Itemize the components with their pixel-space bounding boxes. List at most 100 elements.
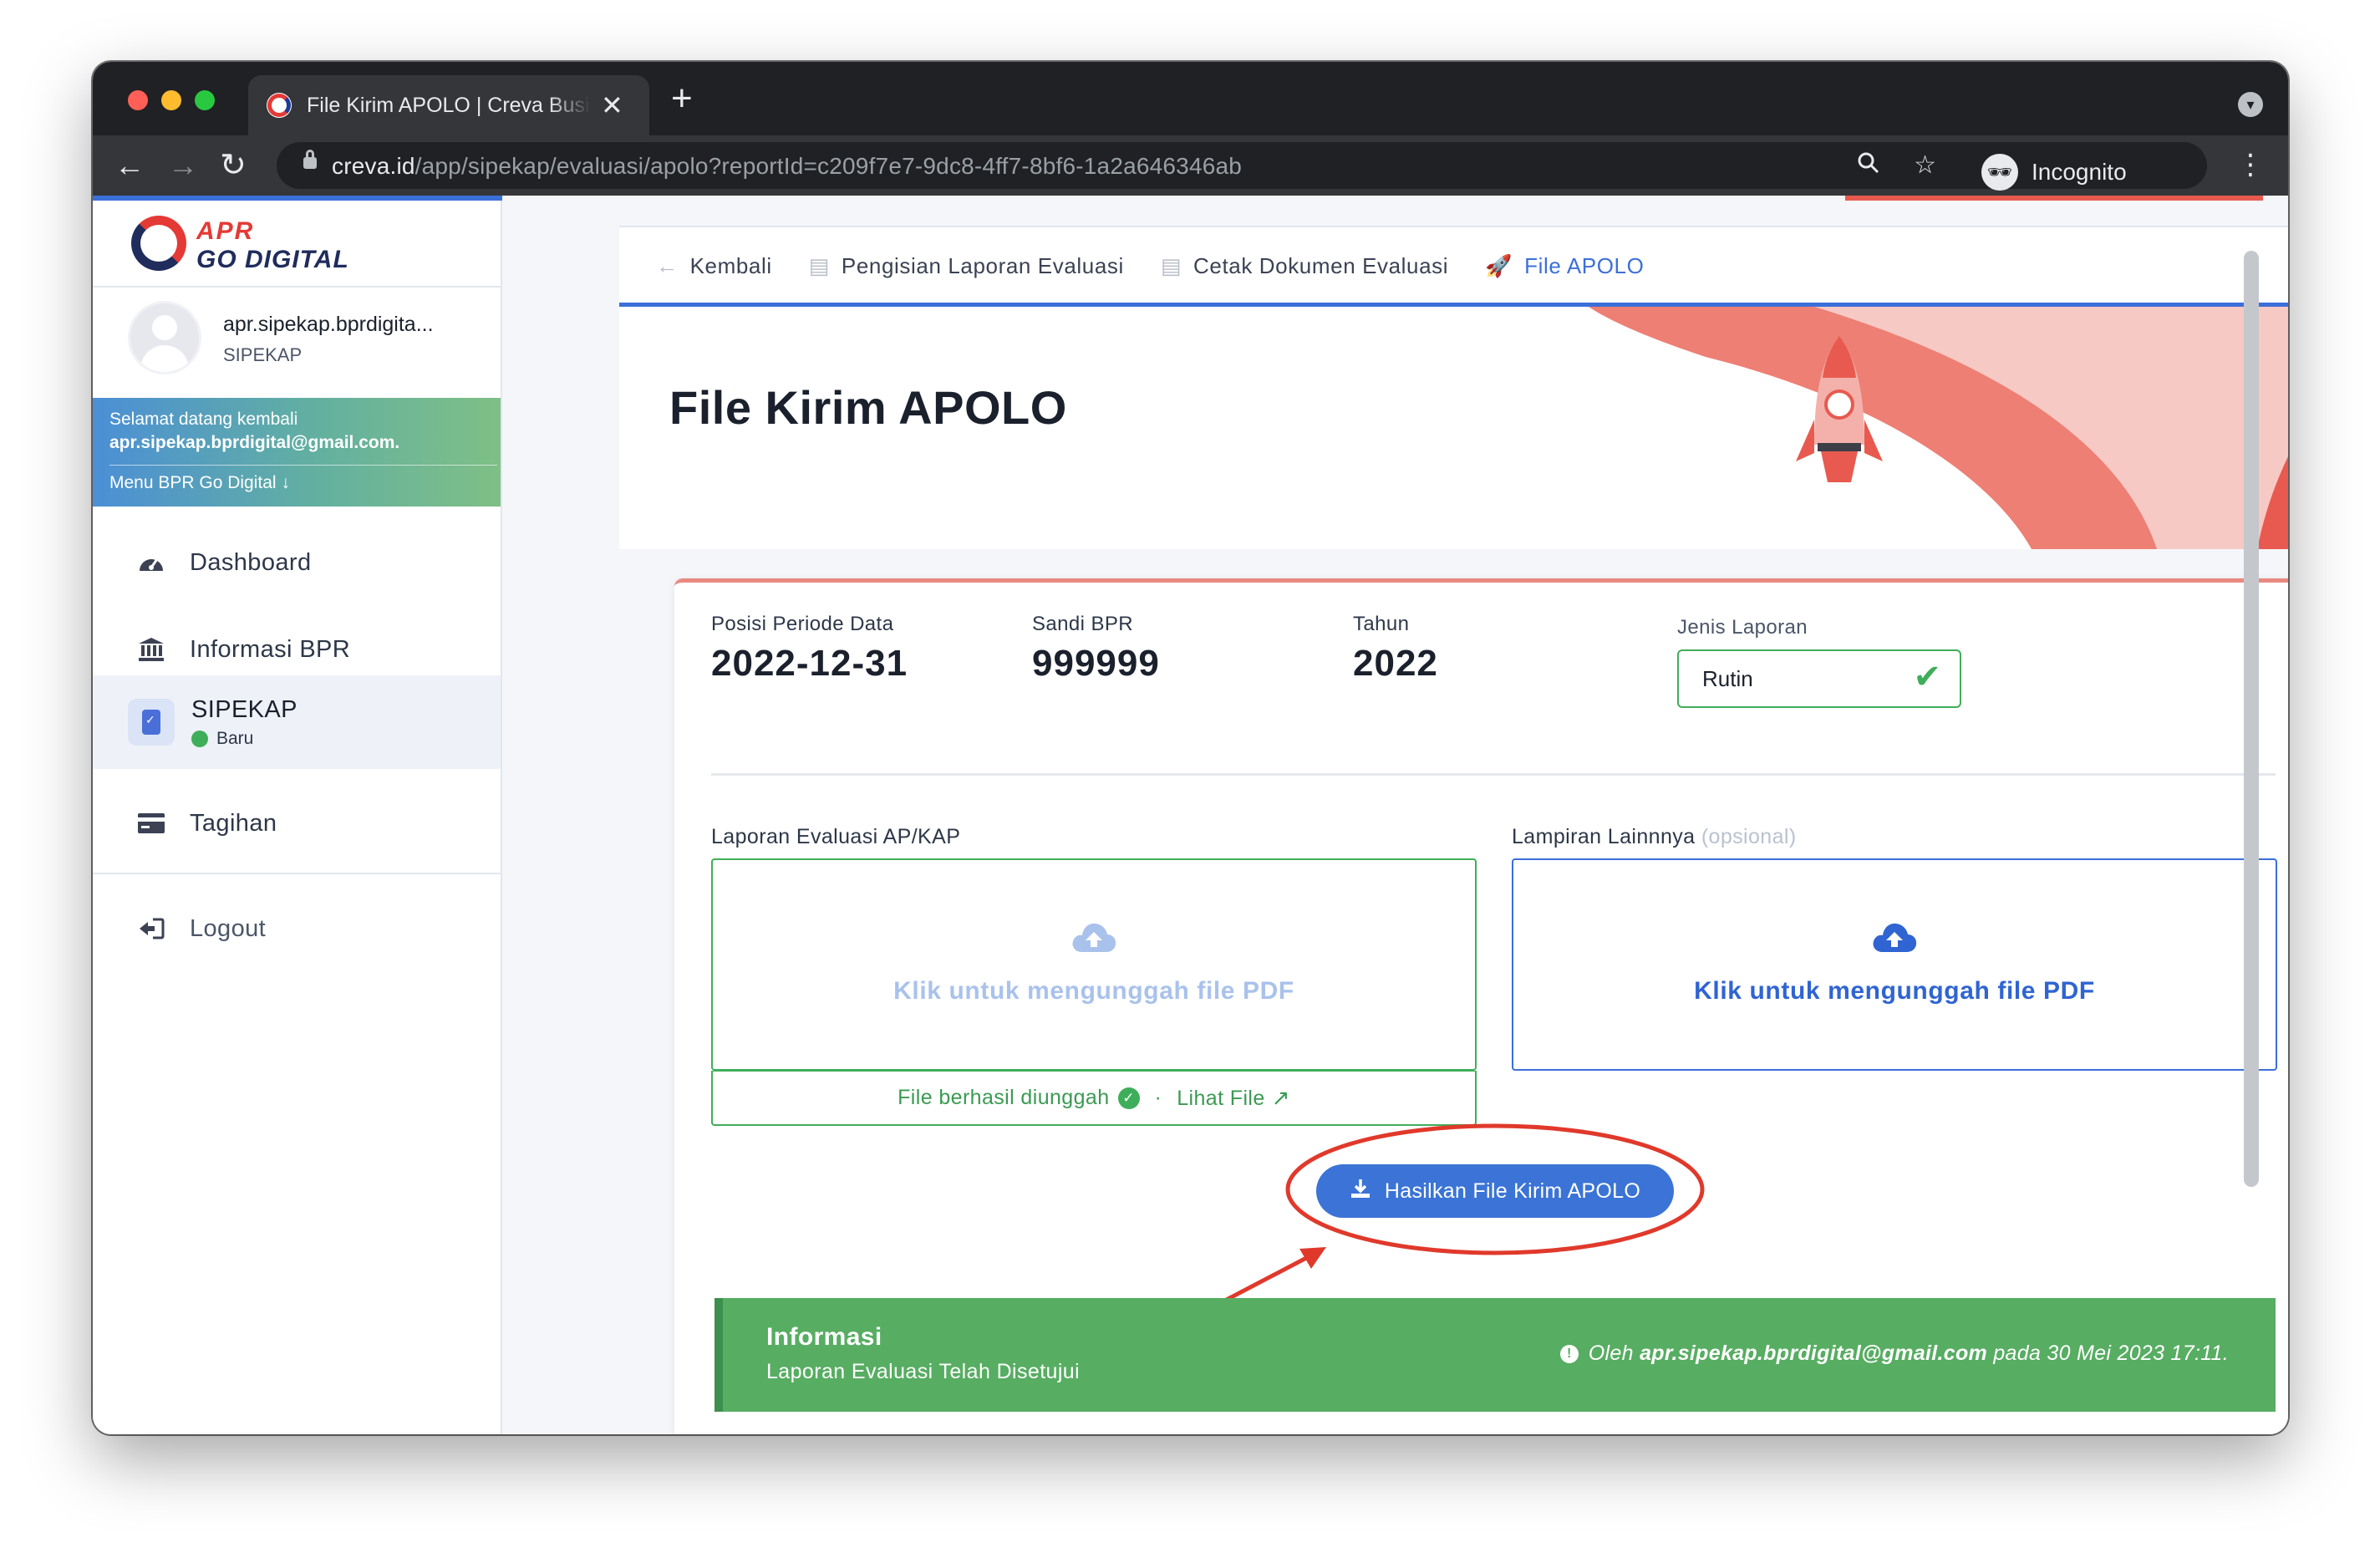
jenis-field: Jenis Laporan (1677, 616, 1808, 639)
generate-apolo-label: Hasilkan File Kirim APOLO (1384, 1179, 1641, 1203)
welcome-email: apr.sipekap.bprdigital@gmail.com. (109, 433, 400, 452)
avatar (128, 301, 201, 374)
sidebar-item-label: Dashboard (190, 548, 312, 576)
card-divider (711, 773, 2276, 776)
report-card: Posisi Periode Data 2022-12-31 Sandi BPR… (674, 578, 2288, 1434)
logo-text-go-digital: GO DIGITAL (196, 246, 349, 273)
cloud-upload-icon (1070, 920, 1117, 958)
arrow-down-icon: ↓ (281, 473, 290, 492)
browser-tab[interactable]: File Kirim APOLO | Creva Business ✕ (248, 75, 649, 135)
arrow-left-icon: ← (656, 252, 679, 278)
breadcrumb-back[interactable]: ← Kembali (656, 253, 772, 279)
sidebar-item-sipekap[interactable]: SIPEKAP Baru (93, 675, 501, 769)
reload-icon[interactable]: ↻ (220, 145, 247, 186)
periode-field: Posisi Periode Data 2022-12-31 (711, 613, 908, 685)
forward-arrow-icon[interactable]: → (168, 145, 198, 186)
maximize-window-button[interactable] (195, 90, 215, 110)
file-icon: ▤ (808, 252, 830, 278)
jenis-label: Jenis Laporan (1677, 616, 1808, 639)
status-dot-icon (191, 730, 208, 747)
address-bar[interactable]: creva.id/app/sipekap/evaluasi/apolo?repo… (277, 142, 2207, 191)
info-title: Informasi (766, 1323, 882, 1351)
welcome-menu-link[interactable]: Menu BPR Go Digital ↓ (109, 473, 290, 493)
upload-prompt: Klik untuk mengunggah file PDF (893, 977, 1294, 1005)
generate-apolo-button[interactable]: Hasilkan File Kirim APOLO (1316, 1164, 1674, 1218)
welcome-greeting: Selamat datang kembali (109, 410, 298, 429)
browser-toolbar: ← → ↻ creva.id/app/sipekap/evaluasi/apol… (93, 135, 2288, 196)
breadcrumb-cetak-dokumen[interactable]: ▤ Cetak Dokumen Evaluasi (1161, 253, 1448, 279)
close-window-button[interactable] (128, 90, 148, 110)
sidebar-divider (93, 286, 501, 288)
jenis-laporan-select[interactable]: Rutin ✔ (1677, 649, 1961, 708)
info-subtitle: Laporan Evaluasi Telah Disetujui (766, 1360, 1081, 1383)
breadcrumb-pengisian-laporan[interactable]: ▤ Pengisian Laporan Evaluasi (809, 253, 1124, 279)
breadcrumb-file-apolo[interactable]: 🚀 File APOLO (1485, 253, 1644, 279)
welcome-divider (109, 465, 497, 466)
incognito-indicator[interactable]: 🕶 Incognito (1981, 149, 2149, 196)
page-scrollbar[interactable] (2244, 251, 2259, 1187)
approval-note: ! Oleh apr.sipekap.bprdigital@gmail.com … (1559, 1342, 2229, 1366)
sign-out-icon (136, 914, 166, 944)
sidebar-item-tagihan[interactable]: Tagihan (93, 777, 501, 869)
sidebar-item-dashboard[interactable]: Dashboard (93, 517, 501, 608)
status-badge: Baru (191, 729, 298, 749)
logo-text-apr: APR (196, 217, 255, 245)
view-file-link[interactable]: Lihat File ↗ (1177, 1085, 1290, 1111)
info-banner: Informasi Laporan Evaluasi Telah Disetuj… (715, 1298, 2276, 1412)
sidebar-item-label: Tagihan (190, 809, 277, 837)
back-arrow-icon[interactable]: ← (114, 145, 145, 186)
exclamation-circle-icon: ! (1559, 1344, 1579, 1363)
upload-status-bar: File berhasil diunggah ✓ · Lihat File ↗ (711, 1071, 1477, 1126)
logo-mark (131, 216, 186, 271)
sidebar: APR GO DIGITAL apr.sipekap.bprdigita... … (93, 201, 502, 1434)
periode-label: Posisi Periode Data (711, 613, 894, 635)
status-separator: · (1154, 1086, 1162, 1109)
sidebar-item-label: Logout (190, 914, 267, 942)
browser-menu-icon[interactable]: ⋮ (2236, 150, 2265, 179)
breadcrumb: ← Kembali ▤ Pengisian Laporan Evaluasi ▤ Ce… (619, 226, 2288, 303)
url-text[interactable]: creva.id/app/sipekap/evaluasi/apolo?repo… (332, 153, 1242, 180)
incognito-icon: 🕶 (1981, 154, 2018, 191)
tab-title: File Kirim APOLO | Creva Business (307, 93, 591, 117)
sidebar-item-label: SIPEKAP (191, 695, 298, 723)
sidebar-divider (93, 873, 501, 874)
laporan-evaluasi-label: Laporan Evaluasi AP/KAP (711, 825, 961, 848)
sidebar-item-logout[interactable]: Logout (93, 883, 501, 975)
laporan-evaluasi-upload[interactable]: Klik untuk mengunggah file PDF (711, 858, 1477, 1071)
external-link-icon: ↗ (1271, 1085, 1290, 1110)
check-circle-icon: ✓ (1117, 1087, 1140, 1109)
tab-strip: File Kirim APOLO | Creva Business ✕ + ▾ (93, 62, 2288, 135)
rocket-icon: 🚀 (1485, 252, 1513, 278)
file-icon: ▤ (1160, 252, 1182, 278)
incognito-label: Incognito (2032, 159, 2127, 185)
bookmark-star-icon[interactable]: ☆ (1914, 150, 1936, 180)
user-profile[interactable]: apr.sipekap.bprdigita... SIPEKAP (128, 301, 496, 384)
app-viewport: APR GO DIGITAL apr.sipekap.bprdigita... … (93, 196, 2288, 1434)
user-role: SIPEKAP (223, 344, 303, 365)
page-header: File Kirim APOLO (619, 307, 2288, 549)
approver-email: apr.sipekap.bprdigital@gmail.com (1640, 1342, 1988, 1365)
lampiran-upload[interactable]: Klik untuk mengunggah file PDF (1512, 858, 2277, 1071)
tahun-field: Tahun 2022 (1353, 613, 1438, 685)
apr-go-digital-logo[interactable]: APR GO DIGITAL (131, 214, 348, 281)
upload-status-text: File berhasil diunggah (898, 1086, 1110, 1109)
tab-close-icon[interactable]: ✕ (601, 92, 623, 119)
sidebar-item-label: Informasi BPR (190, 635, 351, 663)
main-content: ← Kembali ▤ Pengisian Laporan Evaluasi ▤ Ce… (527, 201, 2288, 1434)
welcome-banner: Selamat datang kembali apr.sipekap.bprdi… (93, 398, 501, 507)
tab-search-icon[interactable]: ▾ (2238, 92, 2263, 117)
new-tab-button[interactable]: + (671, 80, 693, 117)
download-icon (1350, 1178, 1371, 1205)
zoom-icon[interactable] (1856, 150, 1881, 182)
minimize-window-button[interactable] (161, 90, 181, 110)
bank-icon (136, 634, 166, 664)
sandi-label: Sandi BPR (1032, 613, 1133, 635)
jenis-laporan-value: Rutin (1702, 666, 1753, 691)
lock-icon (303, 150, 317, 169)
periode-value: 2022-12-31 (711, 643, 908, 684)
optional-hint: (opsional) (1701, 825, 1797, 848)
clipboard-check-icon (128, 699, 175, 746)
browser-window: File Kirim APOLO | Creva Business ✕ + ▾ … (93, 62, 2288, 1434)
sandi-field: Sandi BPR 999999 (1032, 613, 1160, 685)
tahun-value: 2022 (1353, 643, 1438, 684)
